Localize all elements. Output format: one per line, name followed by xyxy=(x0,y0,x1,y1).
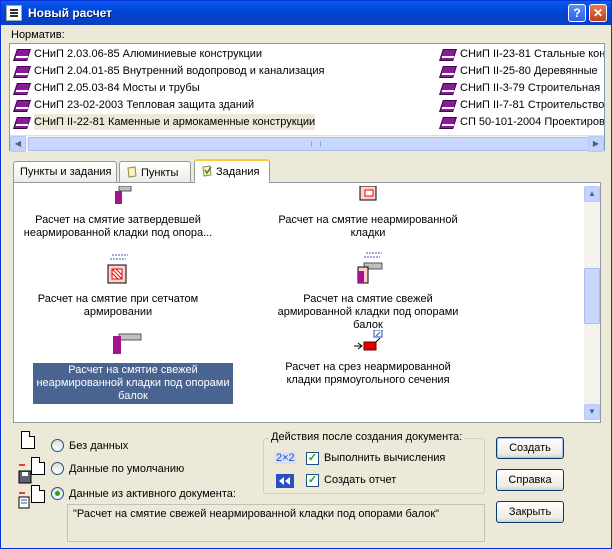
task-caption: Расчет на смятие неармированной кладки xyxy=(278,214,458,239)
help-button[interactable]: Справка xyxy=(496,469,564,491)
task-item[interactable]: Расчет на смятие неармированной кладки xyxy=(268,186,468,241)
mesh-reinforcement-icon xyxy=(107,254,128,284)
book-icon xyxy=(14,116,30,128)
scroll-thumb[interactable] xyxy=(28,137,602,151)
task-caption: Расчет на смятие затвердевшей неармирова… xyxy=(23,214,213,239)
tasks-grid[interactable]: Расчет на смятие затвердевшей неармирова… xyxy=(18,186,582,420)
task-item[interactable]: Расчет на смятие при сетчатом армировани… xyxy=(18,249,218,319)
masonry-hatch-icon xyxy=(359,186,377,201)
new-calculation-dialog: Новый расчет ? ✕ Норматив: СНиП 2.03.06-… xyxy=(0,0,612,549)
book-icon xyxy=(14,48,30,60)
blank-document-icon xyxy=(21,431,35,449)
close-icon[interactable]: ✕ xyxy=(589,4,607,22)
tab-points-and-tasks[interactable]: Пункты и задания xyxy=(13,161,117,183)
task-item[interactable]: Расчет на смятие свежей армированной кла… xyxy=(268,249,468,331)
radio-no-data[interactable] xyxy=(51,439,64,452)
reinforced-masonry-icon xyxy=(357,252,383,284)
report-checkbox[interactable]: ✓ xyxy=(306,474,319,487)
shear-masonry-icon xyxy=(354,330,383,351)
book-icon xyxy=(14,99,30,111)
task-caption: Расчет на смятие свежей неармированной к… xyxy=(33,363,233,404)
create-button[interactable]: Создать xyxy=(496,437,564,459)
report-label: Создать отчет xyxy=(324,474,397,486)
norms-list[interactable]: СНиП 2.03.06-85 Алюминиевые конструкции … xyxy=(9,43,605,152)
book-icon xyxy=(14,65,30,77)
book-icon xyxy=(440,116,456,128)
task-item[interactable]: Расчет на срез неармированной кладки пря… xyxy=(268,330,468,400)
active-document-arrow-icon xyxy=(18,492,30,509)
scroll-left-icon[interactable]: ◀ xyxy=(10,136,26,152)
tab-points[interactable]: Пункты xyxy=(119,161,191,183)
actions-group-title: Действия после создания документа: xyxy=(269,431,465,443)
tasks-panel: Расчет на смятие затвердевшей неармирова… xyxy=(13,182,601,423)
task-caption: Расчет на смятие при сетчатом армировани… xyxy=(37,293,199,318)
default-document-icon xyxy=(31,457,45,475)
book-icon xyxy=(440,82,456,94)
active-document-icon xyxy=(31,485,45,503)
norms-label: Норматив: xyxy=(11,29,65,41)
help-icon[interactable]: ? xyxy=(568,4,586,22)
calc-icon: 2×2 xyxy=(275,452,296,464)
calc-label: Выполнить вычисления xyxy=(324,452,446,464)
task-caption: Расчет на смятие свежей армированной кла… xyxy=(277,293,459,331)
no-data-label: Без данных xyxy=(69,440,129,452)
book-icon xyxy=(14,82,30,94)
scroll-down-icon[interactable]: ▼ xyxy=(584,404,600,420)
book-icon xyxy=(440,65,456,77)
scroll-right-icon[interactable]: ▶ xyxy=(588,136,604,152)
radio-active-document[interactable] xyxy=(51,487,64,500)
radio-default-data[interactable] xyxy=(51,462,64,475)
calc-checkbox[interactable]: ✓ xyxy=(306,452,319,465)
task-item-selected[interactable]: Расчет на смятие свежей неармированной к… xyxy=(33,330,233,420)
report-icon xyxy=(276,474,294,488)
tab-tasks[interactable]: Задания xyxy=(194,159,270,183)
app-icon xyxy=(6,5,22,21)
note-icon xyxy=(127,166,137,178)
scroll-thumb[interactable] xyxy=(584,268,600,324)
book-icon xyxy=(440,48,456,60)
vertical-scrollbar[interactable]: ▲ ▼ xyxy=(584,186,600,420)
scroll-up-icon[interactable]: ▲ xyxy=(584,186,600,202)
book-icon xyxy=(440,99,456,111)
masonry-load-icon xyxy=(115,186,132,204)
default-data-label: Данные по умолчанию xyxy=(69,463,185,475)
save-disk-icon xyxy=(18,464,32,484)
title-bar[interactable]: Новый расчет ? ✕ xyxy=(1,1,611,25)
task-item[interactable]: Расчет на смятие затвердевшей неармирова… xyxy=(18,186,218,241)
horizontal-scrollbar[interactable]: ◀ ▶ xyxy=(10,135,604,152)
active-document-label: Данные из активного документа: xyxy=(69,488,236,500)
task-caption: Расчет на срез неармированной кладки пря… xyxy=(285,361,451,386)
window-title: Новый расчет xyxy=(28,6,113,20)
tasks-icon xyxy=(202,165,212,177)
active-document-field: "Расчет на смятие свежей неармированной … xyxy=(67,504,485,542)
fresh-masonry-icon xyxy=(113,333,142,354)
close-button[interactable]: Закрыть xyxy=(496,501,564,523)
